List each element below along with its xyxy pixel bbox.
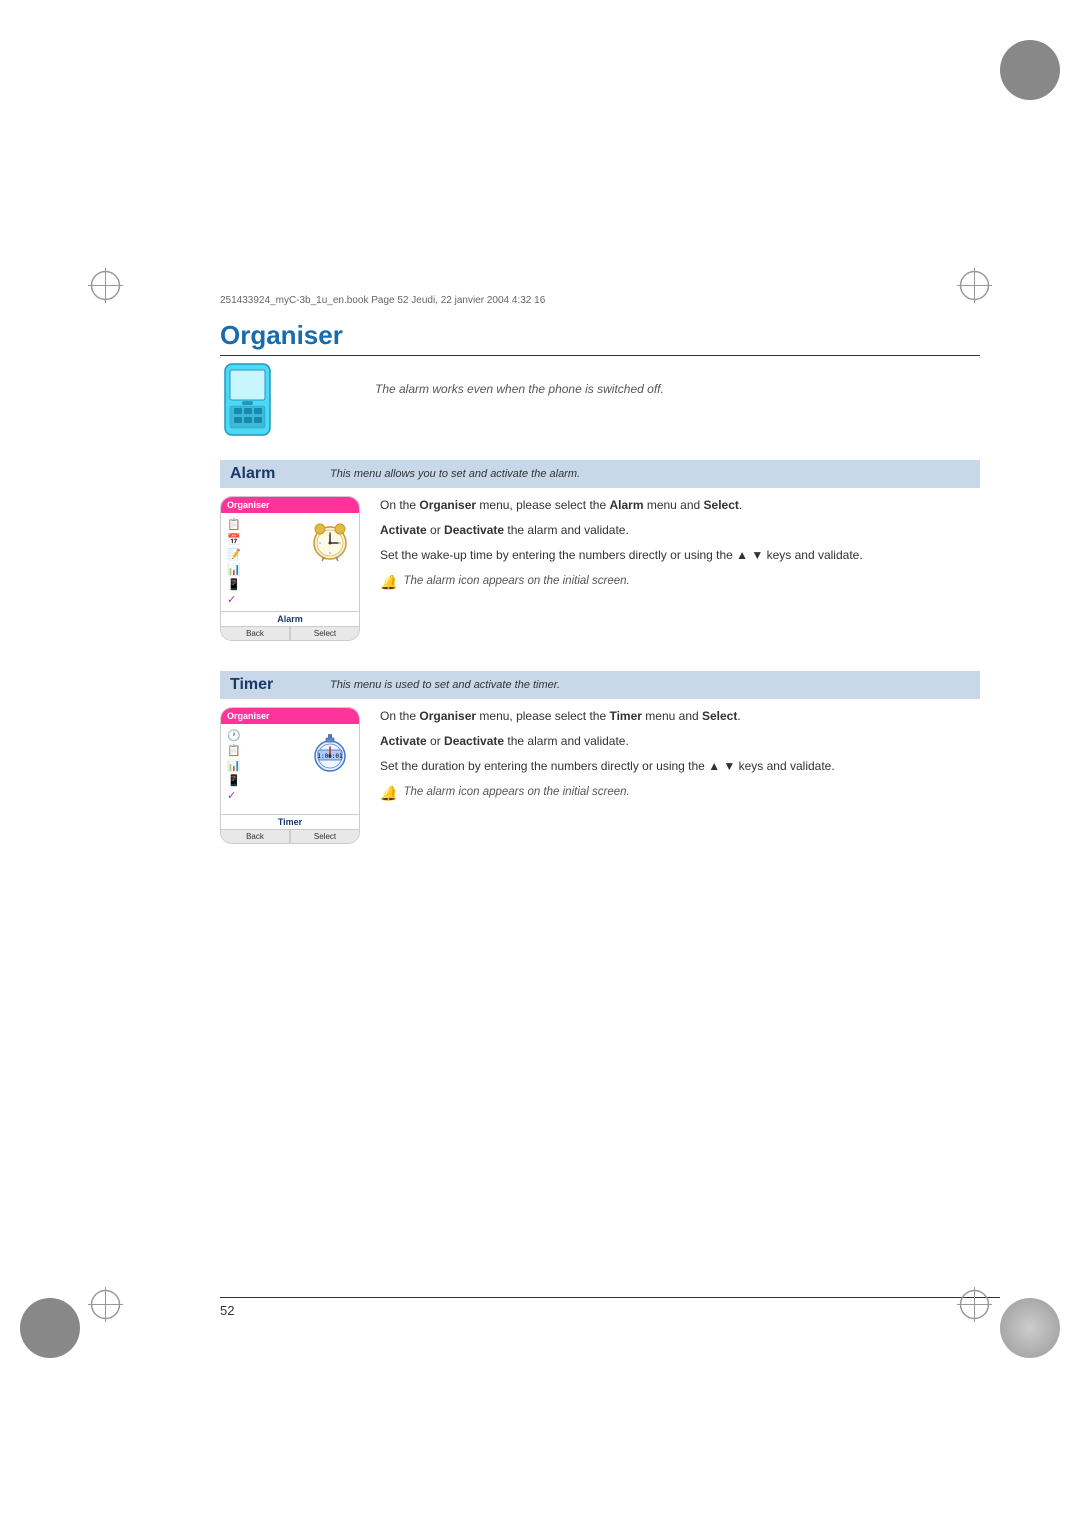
page: 251433924_myC-3b_1u_en.book Page 52 Jeud… bbox=[0, 0, 1080, 1528]
timer-phone-header: Organiser bbox=[221, 708, 359, 724]
alarm-phone-header: Organiser bbox=[221, 497, 359, 513]
reg-mark-tl bbox=[88, 268, 123, 306]
bottom-separator bbox=[220, 1297, 1000, 1298]
main-content: Organiser The alarm works bbox=[220, 320, 980, 874]
timer-header: Timer This menu is used to set and activ… bbox=[220, 671, 980, 699]
alarm-title: Alarm bbox=[230, 465, 310, 483]
timer-desc-2: Activate or Deactivate the alarm and val… bbox=[380, 732, 980, 751]
timer-illustration: 1:00:01 bbox=[308, 730, 353, 777]
alarm-desc-2: Activate or Deactivate the alarm and val… bbox=[380, 521, 980, 540]
reg-mark-br bbox=[957, 1287, 992, 1325]
timer-subtitle: This menu is used to set and activate th… bbox=[330, 679, 560, 691]
alarm-phone-body: 📋 📅 📝 📊 bbox=[221, 513, 359, 611]
alarm-select-key: Select bbox=[291, 627, 359, 640]
timer-desc-1: On the Organiser menu, please select the… bbox=[380, 707, 980, 726]
timer-description: On the Organiser menu, please select the… bbox=[380, 707, 980, 844]
alarm-desc-3: Set the wake-up time by entering the num… bbox=[380, 546, 980, 565]
page-number: 52 bbox=[220, 1303, 234, 1318]
timer-phone-menu-item-5: ✓ bbox=[227, 788, 297, 803]
reg-mark-bl bbox=[88, 1287, 123, 1325]
timer-phone-menu-item-3: 📊 bbox=[227, 758, 297, 773]
phone-menu-item-1: 📋 bbox=[227, 517, 297, 532]
alarm-subtitle: This menu allows you to set and activate… bbox=[330, 468, 580, 480]
file-info: 251433924_myC-3b_1u_en.book Page 52 Jeud… bbox=[220, 295, 545, 306]
alarm-note-icon: 🔔 bbox=[380, 571, 397, 593]
corner-circle-br bbox=[1000, 1298, 1060, 1358]
timer-section: Timer This menu is used to set and activ… bbox=[220, 671, 980, 844]
phone-menu-item-4: 📊 bbox=[227, 562, 297, 577]
timer-desc-3: Set the duration by entering the numbers… bbox=[380, 757, 980, 776]
timer-content: Organiser 🕐 📋 📊 bbox=[220, 707, 980, 844]
timer-note: 🔔 The alarm icon appears on the initial … bbox=[380, 783, 980, 804]
alarm-phone-label: Alarm bbox=[221, 611, 359, 626]
alarm-clock-illustration bbox=[308, 519, 353, 566]
timer-phone-menu-item-2: 📋 bbox=[227, 743, 297, 758]
alarm-note: 🔔 The alarm icon appears on the initial … bbox=[380, 572, 980, 593]
alarm-description: On the Organiser menu, please select the… bbox=[380, 496, 980, 641]
timer-title: Timer bbox=[230, 676, 310, 694]
alarm-desc-1: On the Organiser menu, please select the… bbox=[380, 496, 980, 515]
alarm-note-text: The alarm icon appears on the initial sc… bbox=[403, 572, 629, 590]
timer-phone-label: Timer bbox=[221, 814, 359, 829]
alarm-header: Alarm This menu allows you to set and ac… bbox=[220, 460, 980, 488]
intro-text: The alarm works even when the phone is s… bbox=[375, 382, 664, 396]
alarm-back-key: Back bbox=[221, 627, 290, 640]
timer-phone-body: 🕐 📋 📊 📱 bbox=[221, 724, 359, 814]
timer-select-key: Select bbox=[291, 830, 359, 843]
phone-menu-item-6: ✓ bbox=[227, 592, 297, 607]
timer-back-key: Back bbox=[221, 830, 290, 843]
phone-illustration bbox=[220, 362, 275, 450]
timer-phone-menu-item-4: 📱 bbox=[227, 773, 297, 788]
corner-circle-bl bbox=[20, 1298, 80, 1358]
alarm-phone-mockup: Organiser 📋 📅 bbox=[220, 496, 360, 641]
page-title: Organiser bbox=[220, 320, 980, 356]
timer-phone-mockup: Organiser 🕐 📋 📊 bbox=[220, 707, 360, 844]
alarm-section: Alarm This menu allows you to set and ac… bbox=[220, 460, 980, 641]
timer-phone-menu-item-1: 🕐 bbox=[227, 728, 297, 743]
timer-softkeys: Back Select bbox=[221, 829, 359, 843]
timer-note-icon: 🔔 bbox=[380, 782, 397, 804]
phone-menu-item-3: 📝 bbox=[227, 547, 297, 562]
phone-menu-item-2: 📅 bbox=[227, 532, 297, 547]
alarm-content: Organiser 📋 📅 bbox=[220, 496, 980, 641]
timer-note-text: The alarm icon appears on the initial sc… bbox=[403, 783, 629, 801]
corner-circle-tr bbox=[1000, 40, 1060, 100]
alarm-softkeys: Back Select bbox=[221, 626, 359, 640]
reg-mark-tr bbox=[957, 268, 992, 306]
phone-menu-item-5: 📱 bbox=[227, 577, 297, 592]
